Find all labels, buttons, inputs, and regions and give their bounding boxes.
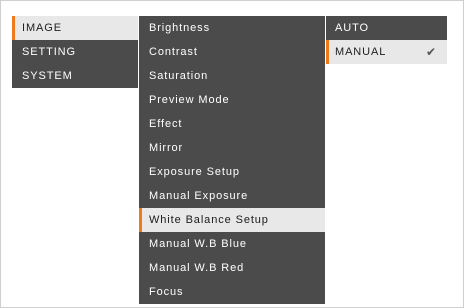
menu-item-label: Manual W.B Blue <box>149 238 247 250</box>
white-balance-options: AUTO MANUAL ✔ <box>326 16 447 64</box>
menu-item-manual-wb-blue[interactable]: Manual W.B Blue <box>139 232 325 256</box>
menu-item-label: Brightness <box>149 22 210 34</box>
menu-item-saturation[interactable]: Saturation <box>139 64 325 88</box>
option-manual[interactable]: MANUAL ✔ <box>326 40 447 64</box>
menu-item-label: Contrast <box>149 46 198 58</box>
category-image-label: IMAGE <box>22 22 62 34</box>
menu-item-label: Effect <box>149 118 183 130</box>
category-system[interactable]: SYSTEM <box>12 64 138 88</box>
category-system-label: SYSTEM <box>22 70 73 82</box>
menu-item-label: Preview Mode <box>149 94 230 106</box>
osd-menu-frame: IMAGE SETTING SYSTEM Brightness Contrast… <box>0 0 464 308</box>
menu-item-label: Manual W.B Red <box>149 262 245 274</box>
category-setting[interactable]: SETTING <box>12 40 138 64</box>
menu-item-focus[interactable]: Focus <box>139 280 325 304</box>
menu-item-label: White Balance Setup <box>149 214 269 226</box>
menu-item-manual-wb-red[interactable]: Manual W.B Red <box>139 256 325 280</box>
menu-item-label: Exposure Setup <box>149 166 240 178</box>
menu-item-manual-exposure[interactable]: Manual Exposure <box>139 184 325 208</box>
menu-item-mirror[interactable]: Mirror <box>139 136 325 160</box>
option-auto[interactable]: AUTO <box>326 16 447 40</box>
menu-item-exposure-setup[interactable]: Exposure Setup <box>139 160 325 184</box>
menu-item-effect[interactable]: Effect <box>139 112 325 136</box>
menu-item-brightness[interactable]: Brightness <box>139 16 325 40</box>
menu-item-label: Mirror <box>149 142 184 154</box>
menu-item-contrast[interactable]: Contrast <box>139 40 325 64</box>
menu-item-preview-mode[interactable]: Preview Mode <box>139 88 325 112</box>
menu-item-white-balance-setup[interactable]: White Balance Setup <box>139 208 325 232</box>
image-submenu: Brightness Contrast Saturation Preview M… <box>139 16 325 304</box>
menu-item-label: Manual Exposure <box>149 190 249 202</box>
option-auto-label: AUTO <box>335 22 369 34</box>
menu-item-label: Saturation <box>149 70 209 82</box>
category-image[interactable]: IMAGE <box>12 16 138 40</box>
checkmark-icon: ✔ <box>426 45 437 59</box>
category-menu: IMAGE SETTING SYSTEM <box>12 16 138 88</box>
option-manual-label: MANUAL <box>335 46 387 58</box>
menu-item-label: Focus <box>149 286 184 298</box>
category-setting-label: SETTING <box>22 46 76 58</box>
